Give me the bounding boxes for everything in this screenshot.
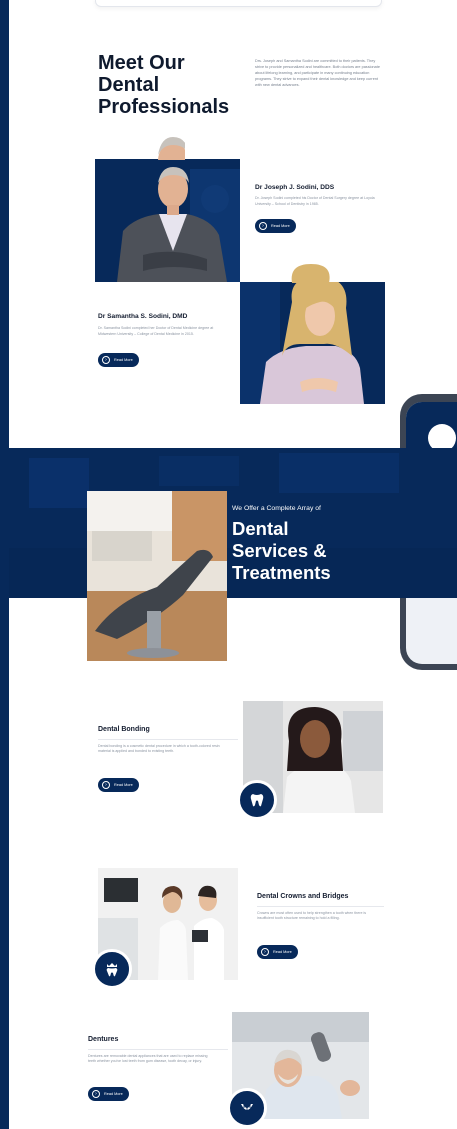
service-title-dentures: Dentures — [88, 1036, 119, 1043]
arrow-right-icon: › — [102, 781, 110, 789]
service-title-bonding: Dental Bonding — [98, 726, 150, 733]
service-title-crowns: Dental Crowns and Bridges — [257, 893, 349, 900]
samantha-photo — [240, 282, 385, 404]
top-card-edge — [95, 0, 382, 7]
joseph-photo — [95, 159, 240, 282]
arrow-right-icon: › — [102, 356, 110, 364]
team-intro-text: Drs. Joseph and Samantha Sodini are comm… — [255, 59, 380, 88]
member-desc-samantha: Dr. Samantha Sodini completed her Doctor… — [98, 326, 214, 336]
member-name-joseph: Dr Joseph J. Sodini, DDS — [255, 184, 335, 191]
service-desc-crowns: Crowns are most often used to help stren… — [257, 911, 367, 921]
team-title-line: Meet Our — [98, 52, 185, 74]
joseph-head-overflow — [143, 135, 185, 160]
member-desc-joseph: Dr. Joseph Sodini completed his Doctor o… — [255, 196, 375, 206]
banner-title-line: Dental — [232, 518, 289, 539]
read-more-button-bonding[interactable]: › Read More — [98, 778, 139, 792]
service-desc-dentures: Dentures are removable dental appliances… — [88, 1054, 208, 1064]
divider — [257, 906, 384, 907]
read-more-button-joseph[interactable]: › Read More — [255, 219, 296, 233]
arrow-right-icon: › — [261, 948, 269, 956]
divider — [88, 1049, 228, 1050]
read-more-button-samantha[interactable]: › Read More — [98, 353, 139, 367]
button-label: Read More — [104, 1092, 123, 1096]
divider — [98, 739, 238, 740]
team-title-line: Dental — [98, 74, 160, 96]
team-title-line: Professionals — [98, 96, 230, 118]
member-name-samantha: Dr Samantha S. Sodini, DMD — [98, 313, 188, 320]
arrow-right-icon: › — [92, 1090, 100, 1098]
samantha-head-overflow — [285, 262, 335, 283]
read-more-button-dentures[interactable]: › Read More — [88, 1087, 129, 1101]
tooth-icon — [237, 780, 277, 820]
team-section-title: Meet Our Dental Professionals — [98, 52, 248, 118]
services-banner-subtitle: We Offer a Complete Array of — [232, 505, 321, 512]
services-banner-title: Dental Services & Treatments — [232, 518, 382, 584]
service-desc-bonding: Dental bonding is a cosmetic dental proc… — [98, 744, 220, 754]
left-accent-bar — [0, 0, 9, 1129]
button-label: Read More — [273, 950, 292, 954]
dentures-icon — [227, 1088, 267, 1128]
arrow-right-icon: › — [259, 222, 267, 230]
crown-tooth-icon — [92, 949, 132, 989]
button-label: Read More — [114, 783, 133, 787]
button-label: Read More — [114, 358, 133, 362]
banner-title-line: Services & — [232, 540, 327, 561]
dental-chair-photo — [87, 491, 227, 661]
read-more-button-crowns[interactable]: › Read More — [257, 945, 298, 959]
banner-title-line: Treatments — [232, 562, 331, 583]
button-label: Read More — [271, 224, 290, 228]
